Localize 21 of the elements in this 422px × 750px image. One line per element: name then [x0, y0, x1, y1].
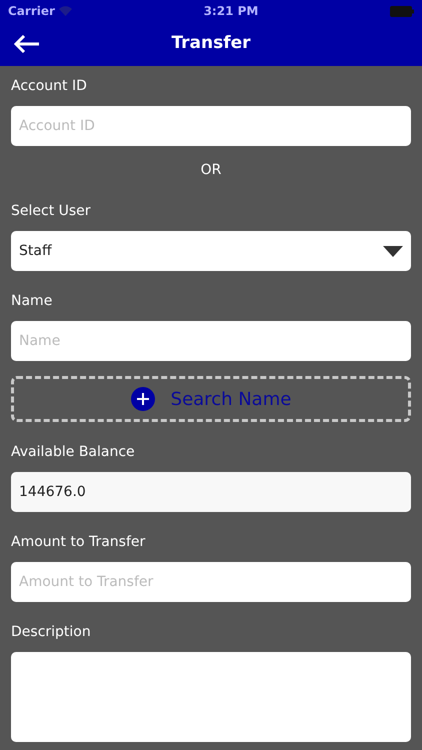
carrier-name: Carrier	[8, 3, 55, 20]
battery-icon	[390, 6, 414, 16]
status-time: 3:21 PM	[204, 3, 258, 20]
field-label: Available Balance	[11, 443, 136, 462]
description-field[interactable]	[11, 652, 411, 742]
field-label: Description	[11, 623, 92, 642]
text-field[interactable]: Account ID	[11, 106, 411, 146]
screen-title: Transfer	[171, 32, 251, 56]
text-field[interactable]: 144676.0	[11, 472, 411, 512]
field-label: Select User	[11, 202, 92, 221]
back-button[interactable]	[14, 35, 40, 53]
dropdown-arrow-icon	[383, 246, 403, 256]
field-label: Amount to Transfer	[11, 533, 146, 552]
plus-icon	[130, 387, 155, 411]
text-field[interactable]: Amount to Transfer	[11, 562, 411, 602]
text-field[interactable]: Name	[11, 321, 411, 361]
wifi-icon	[58, 6, 72, 16]
field-label: Name	[11, 292, 54, 311]
user-dropdown[interactable]: Staff	[11, 231, 411, 271]
field-label: Account ID	[11, 77, 88, 96]
or-separator: OR	[200, 161, 222, 180]
